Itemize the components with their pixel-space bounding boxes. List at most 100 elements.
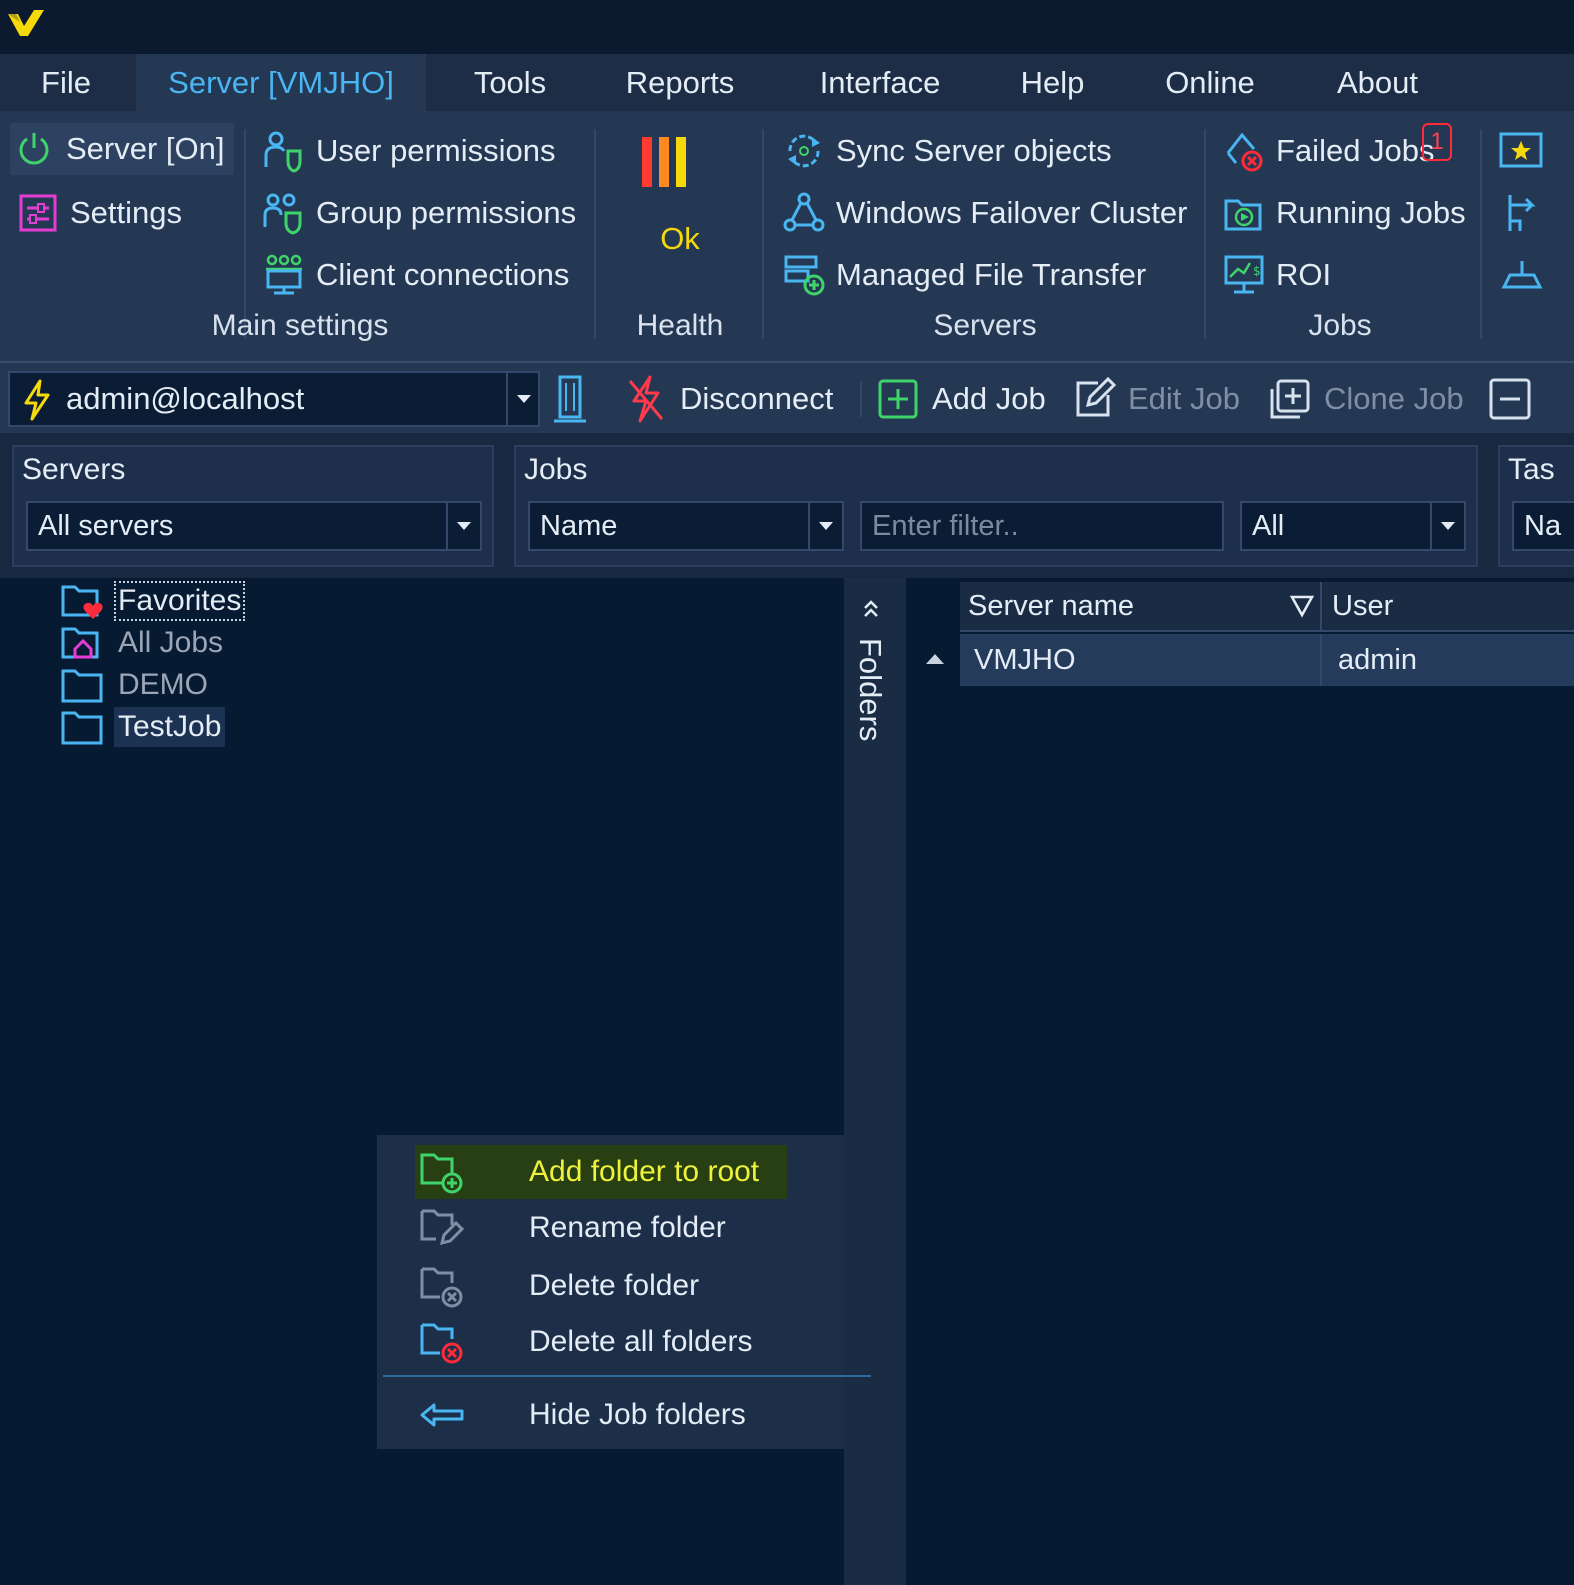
clone-job-label: Clone Job xyxy=(1324,381,1464,416)
health-status: Ok xyxy=(660,221,700,256)
column-header-user[interactable]: User xyxy=(1324,582,1574,632)
chevron-down-icon[interactable] xyxy=(1430,503,1464,549)
sync-server-objects-button[interactable]: Sync Server objects xyxy=(780,125,1112,177)
add-job-button[interactable]: Add Job xyxy=(874,371,1046,427)
jobs-filter-input[interactable]: Enter filter.. xyxy=(860,501,1224,551)
connection-select[interactable]: admin@localhost xyxy=(8,371,540,427)
settings-button[interactable]: Settings xyxy=(14,187,182,239)
clone-job-button[interactable]: Clone Job xyxy=(1266,371,1464,427)
folder-icon xyxy=(60,664,106,706)
tasks-select-value: Na xyxy=(1524,510,1562,542)
jobs-field-value: Name xyxy=(540,510,618,542)
tab-reports[interactable]: Reports xyxy=(600,54,760,111)
failed-jobs-button[interactable]: Failed Jobs xyxy=(1220,125,1435,177)
managed-file-transfer-label: Managed File Transfer xyxy=(836,257,1147,292)
tab-help[interactable]: Help xyxy=(995,54,1110,111)
power-icon xyxy=(10,125,58,173)
ribbon-separator xyxy=(1204,129,1206,339)
group-permissions-button[interactable]: Group permissions xyxy=(260,187,576,239)
folder-demo[interactable]: DEMO xyxy=(60,664,212,706)
tasks-filter-group: Tas Na xyxy=(1498,445,1574,567)
disconnect-icon xyxy=(622,375,670,423)
remove-icon[interactable] xyxy=(1488,377,1532,421)
filter-bar: Servers All servers Jobs Name Enter filt… xyxy=(0,433,1574,578)
folder-label: All Jobs xyxy=(118,626,224,659)
disconnect-button[interactable]: Disconnect xyxy=(622,371,833,427)
jobs-filter-placeholder: Enter filter.. xyxy=(872,510,1019,542)
server-tower-icon[interactable] xyxy=(552,373,588,425)
menu-item-label: Hide Job folders xyxy=(529,1398,746,1431)
folder-label: TestJob xyxy=(114,707,226,747)
folder-icon xyxy=(60,706,106,748)
collapse-up-icon[interactable] xyxy=(862,598,880,620)
tab-about[interactable]: About xyxy=(1310,54,1445,111)
servers-filter-group: Servers All servers xyxy=(12,445,494,567)
ribbon-separator xyxy=(244,129,246,339)
client-connections-button[interactable]: Client connections xyxy=(260,249,569,301)
folder-label: Favorites xyxy=(114,581,246,621)
roi-button[interactable]: $ ROI xyxy=(1220,249,1331,301)
toolbar: admin@localhost Disconnect Add Job Edit … xyxy=(0,361,1574,433)
folder-favorites[interactable]: Favorites xyxy=(60,580,246,622)
tab-online[interactable]: Online xyxy=(1140,54,1280,111)
servers-grid: Server name User VMJHO admin xyxy=(906,578,1574,1585)
menu-item-rename-folder[interactable]: Rename folder xyxy=(415,1201,835,1255)
group-collapse-icon[interactable] xyxy=(924,652,946,666)
group-shield-icon xyxy=(260,189,308,237)
cloud-upload-icon[interactable] xyxy=(1500,257,1544,293)
ribbon-separator xyxy=(762,129,764,339)
user-permissions-button[interactable]: User permissions xyxy=(260,125,555,177)
group-title-jobs: Jobs xyxy=(1308,309,1372,342)
add-folder-icon xyxy=(415,1147,469,1197)
jobs-scope-select[interactable]: All xyxy=(1240,501,1466,551)
table-row[interactable]: VMJHO admin xyxy=(960,634,1574,686)
running-jobs-button[interactable]: Running Jobs xyxy=(1220,187,1466,239)
edit-job-button[interactable]: Edit Job xyxy=(1070,371,1240,427)
filter-funnel-icon[interactable] xyxy=(1290,594,1314,618)
failed-jobs-icon xyxy=(1220,127,1268,175)
column-header-server-name[interactable]: Server name xyxy=(960,582,1322,632)
folder-all-jobs[interactable]: All Jobs xyxy=(60,622,227,664)
tab-tools[interactable]: Tools xyxy=(440,54,580,111)
disconnect-label: Disconnect xyxy=(680,381,834,416)
menu-item-hide-job-folders[interactable]: Hide Job folders xyxy=(415,1388,835,1442)
tab-interface[interactable]: Interface xyxy=(790,54,970,111)
sync-server-objects-label: Sync Server objects xyxy=(836,133,1112,168)
chevron-down-icon[interactable] xyxy=(808,503,842,549)
failed-jobs-label: Failed Jobs xyxy=(1276,133,1435,168)
folder-testjob[interactable]: TestJob xyxy=(60,706,226,748)
jobs-scope-value: All xyxy=(1252,510,1285,542)
folders-side-tab[interactable]: Folders xyxy=(844,578,906,1585)
settings-sliders-icon xyxy=(14,189,62,237)
tab-file[interactable]: File xyxy=(0,54,132,111)
menu-item-label: Delete all folders xyxy=(529,1325,753,1358)
title-bar xyxy=(0,0,1574,54)
delete-folder-icon xyxy=(415,1261,469,1311)
server-on-button[interactable]: Server [On] xyxy=(10,123,234,175)
add-icon xyxy=(874,375,922,423)
health-bars-icon[interactable] xyxy=(640,133,688,189)
edit-job-label: Edit Job xyxy=(1128,381,1241,416)
export-arrow-icon[interactable] xyxy=(1500,191,1544,235)
menu-item-delete-folder[interactable]: Delete folder xyxy=(415,1259,835,1313)
menu-item-add-folder-to-root[interactable]: Add folder to root xyxy=(415,1145,787,1199)
chevron-down-icon[interactable] xyxy=(446,503,480,549)
calendar-star-icon[interactable] xyxy=(1498,129,1544,169)
column-header-label: Server name xyxy=(968,590,1135,622)
jobs-field-select[interactable]: Name xyxy=(528,501,844,551)
windows-failover-cluster-button[interactable]: Windows Failover Cluster xyxy=(780,187,1187,239)
group-permissions-label: Group permissions xyxy=(316,195,577,230)
managed-file-transfer-button[interactable]: Managed File Transfer xyxy=(780,249,1146,301)
add-job-label: Add Job xyxy=(932,381,1046,416)
ribbon-separator xyxy=(594,129,596,339)
all-jobs-folder-icon xyxy=(60,622,106,664)
menu-item-delete-all-folders[interactable]: Delete all folders xyxy=(415,1315,835,1369)
chevron-down-icon[interactable] xyxy=(506,373,540,425)
settings-label: Settings xyxy=(70,195,183,230)
tab-server[interactable]: Server [VMJHO] xyxy=(136,54,426,111)
app-logo-icon xyxy=(6,8,46,38)
jobs-filter-group: Jobs Name Enter filter.. All xyxy=(514,445,1478,567)
servers-select[interactable]: All servers xyxy=(26,501,482,551)
failed-jobs-count-badge: 1 xyxy=(1422,123,1452,161)
tasks-select[interactable]: Na xyxy=(1512,501,1574,551)
